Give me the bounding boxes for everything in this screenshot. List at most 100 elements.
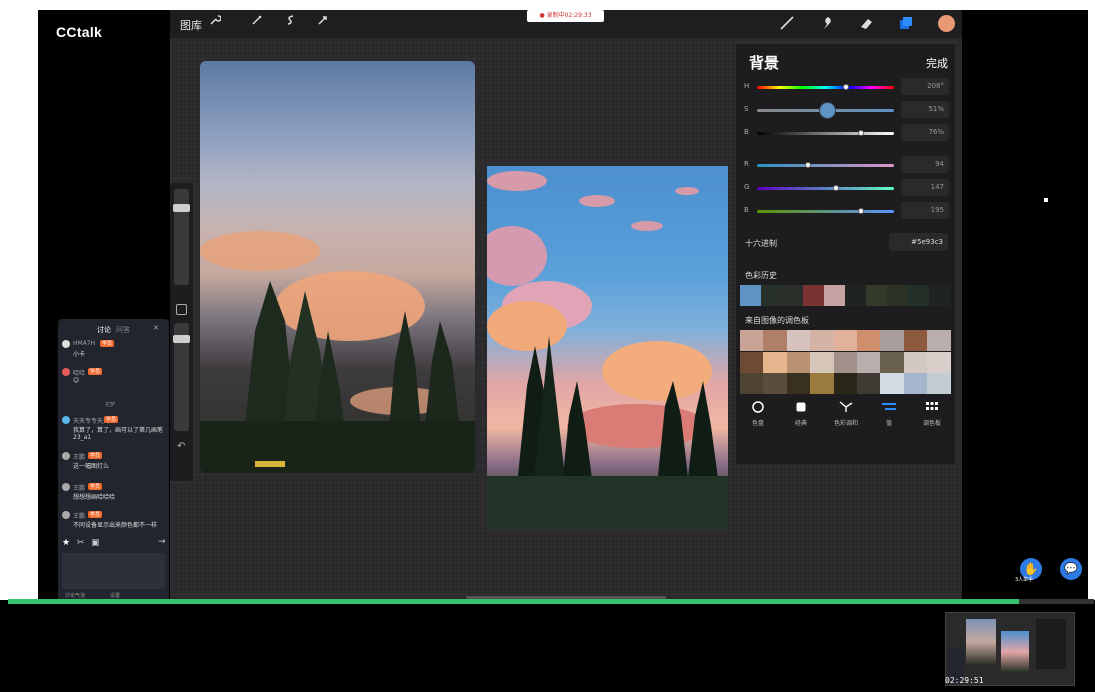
palette-swatch[interactable]	[903, 330, 928, 351]
value-mode-icon[interactable]	[876, 401, 902, 416]
scissors-icon[interactable]: ✂	[77, 538, 85, 548]
palette-swatch[interactable]	[810, 330, 834, 351]
palette-swatch[interactable]	[927, 351, 951, 373]
thumbnail-timestamp: 02:29:51	[945, 676, 984, 685]
hex-input[interactable]: #5e93c3	[889, 233, 948, 251]
color-slider-3[interactable]	[757, 164, 894, 167]
brush-size-knob[interactable]	[173, 204, 190, 212]
palette-swatch[interactable]	[833, 373, 857, 394]
palette-swatch[interactable]	[740, 330, 764, 351]
palette-swatch[interactable]	[763, 351, 787, 373]
color-slider-4[interactable]	[757, 187, 894, 190]
video-thumbnail[interactable]	[945, 612, 1075, 686]
palette-swatch[interactable]	[810, 373, 834, 394]
mouse-cursor-icon	[1044, 198, 1048, 202]
chat-bubble-icon[interactable]: 💬	[1060, 558, 1082, 580]
mode-label-0[interactable]: 色盘	[738, 418, 778, 427]
slider-value-3[interactable]: 94	[901, 156, 949, 173]
palette-swatch[interactable]	[786, 351, 811, 373]
history-swatch[interactable]	[824, 285, 845, 306]
slider-knob-3[interactable]	[804, 162, 811, 168]
mode-label-1[interactable]: 经典	[781, 418, 821, 427]
slider-value-2[interactable]: 76%	[901, 124, 949, 141]
settings-link[interactable]: 设置	[110, 592, 120, 599]
current-color-button[interactable]	[938, 15, 955, 32]
slider-value-4[interactable]: 147	[901, 179, 949, 196]
color-slider-5[interactable]	[757, 210, 894, 213]
chat-tag: 学员	[88, 511, 103, 518]
tab-qa[interactable]: 问答	[116, 325, 130, 335]
slider-knob-1[interactable]	[818, 102, 836, 119]
harmony-mode-icon[interactable]	[833, 401, 859, 416]
palette-swatch[interactable]	[857, 373, 881, 394]
reference-photo	[200, 61, 475, 473]
palette-swatch[interactable]	[857, 351, 881, 373]
smudge-icon[interactable]	[819, 15, 833, 29]
history-swatch[interactable]	[929, 285, 950, 306]
history-label: 色彩历史	[745, 271, 777, 280]
opacity-knob[interactable]	[173, 335, 190, 343]
palette-swatch[interactable]	[857, 330, 881, 351]
tab-discussion[interactable]: 讨论	[97, 325, 111, 335]
image-icon[interactable]: ▣	[91, 538, 100, 548]
palette-swatch[interactable]	[927, 373, 951, 394]
palette-swatch[interactable]	[880, 351, 904, 373]
palette-swatch[interactable]	[903, 351, 928, 373]
magic-wand-icon[interactable]	[250, 14, 264, 28]
history-swatch[interactable]	[866, 285, 887, 306]
chat-input[interactable]	[62, 553, 165, 589]
modify-button[interactable]	[176, 304, 187, 315]
history-swatch[interactable]	[782, 285, 803, 306]
slider-knob-0[interactable]	[843, 84, 850, 90]
chat-sender: 哈哈	[73, 370, 86, 377]
palette-swatch[interactable]	[810, 351, 834, 373]
painting-canvas[interactable]	[487, 166, 728, 529]
history-swatch[interactable]	[740, 285, 761, 306]
selection-icon[interactable]	[284, 14, 298, 28]
layers-icon[interactable]	[898, 15, 912, 29]
slider-label-3: R	[744, 160, 749, 168]
palette-swatch[interactable]	[927, 330, 951, 351]
palette-swatch[interactable]	[880, 373, 904, 394]
palette-swatch[interactable]	[740, 373, 764, 394]
left-border	[0, 0, 38, 600]
slider-value-5[interactable]: 195	[901, 202, 949, 219]
mode-label-3[interactable]: 值	[869, 418, 909, 427]
palette-swatch[interactable]	[786, 373, 811, 394]
undo-icon[interactable]: ↶	[177, 441, 185, 452]
slider-value-1[interactable]: 51%	[901, 101, 949, 118]
slider-value-0[interactable]: 208°	[901, 78, 949, 95]
color-slider-2[interactable]	[757, 132, 894, 135]
palette-swatch[interactable]	[903, 373, 928, 394]
wrench-icon[interactable]	[208, 14, 222, 28]
palette-swatch[interactable]	[763, 330, 787, 351]
chat-close-icon[interactable]: ✕	[153, 324, 159, 332]
history-swatch[interactable]	[887, 285, 908, 306]
star-icon[interactable]: ★	[62, 538, 70, 548]
gallery-button[interactable]: 图库	[180, 17, 202, 33]
palettes-mode-icon[interactable]	[919, 401, 945, 416]
bubble-link[interactable]: 讨论气泡	[65, 592, 85, 599]
color-slider-0[interactable]	[757, 86, 894, 89]
mode-label-4[interactable]: 调色板	[912, 418, 952, 427]
palette-swatch[interactable]	[833, 351, 857, 373]
history-swatch[interactable]	[803, 285, 824, 306]
disc-mode-icon[interactable]	[745, 401, 771, 416]
transform-icon[interactable]	[316, 14, 330, 28]
palette-swatch[interactable]	[786, 330, 811, 351]
chat-tag: 学员	[100, 340, 115, 347]
palette-swatch[interactable]	[833, 330, 857, 351]
done-button[interactable]: 完成	[926, 55, 948, 71]
chat-tag: 学员	[88, 483, 103, 490]
brush-icon[interactable]	[779, 15, 794, 30]
palette-swatch[interactable]	[880, 330, 904, 351]
palette-swatch[interactable]	[740, 351, 764, 373]
history-swatch[interactable]	[761, 285, 782, 306]
history-swatch[interactable]	[908, 285, 929, 306]
history-swatch[interactable]	[845, 285, 866, 306]
eraser-icon[interactable]	[858, 15, 872, 29]
classic-mode-icon[interactable]	[788, 401, 814, 416]
palette-swatch[interactable]	[763, 373, 787, 394]
send-icon[interactable]: →	[158, 537, 166, 547]
mode-label-2[interactable]: 色彩调和	[826, 418, 866, 427]
